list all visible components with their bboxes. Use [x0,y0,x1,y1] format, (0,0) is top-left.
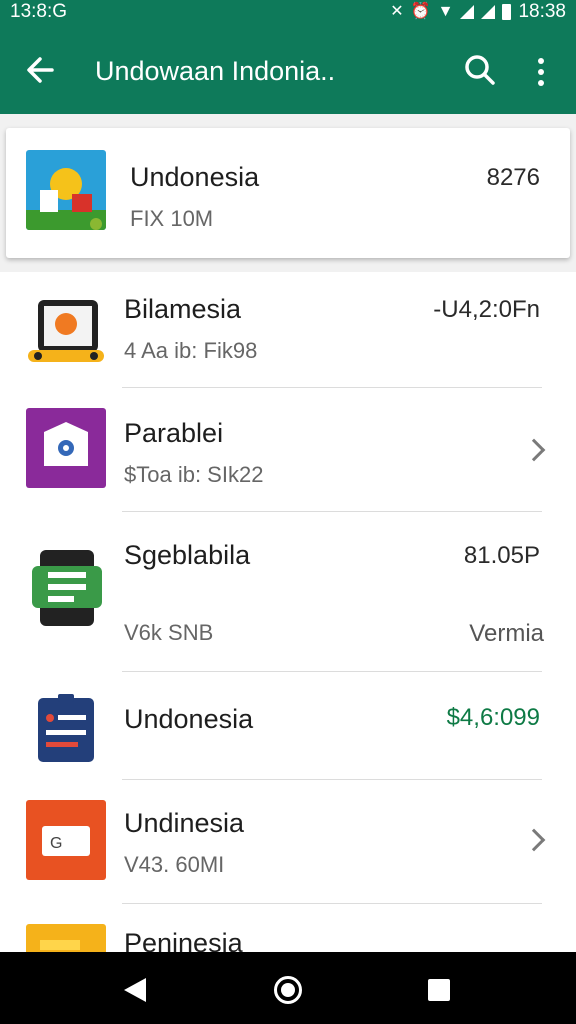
signal-icon [460,5,475,19]
item-title: Parablei [124,418,224,448]
app-bar: Undowaan Indonia.. [0,26,576,114]
item-subtitle: V43. 60MI [124,852,225,877]
list-item[interactable]: Undonesia $4,6:099 [0,672,576,780]
list-item[interactable]: Peninesia [0,904,576,952]
app-title: Undowaan Indonia.. [95,56,336,86]
featured-card[interactable]: Undonesia FIX 10M 8276 [6,128,570,258]
item-title: Peninesia [124,928,243,952]
item-thumbnail: G [26,800,106,880]
item-subtitle: 4 Aa ib: Fik98 [124,338,258,363]
item-value: $4,6:099 [446,704,540,731]
status-icons: ✕ ⏰ ▼ 18:38 [390,1,566,23]
item-title: Bilamesia [124,294,242,324]
item-subtitle: $Toa ib: SIk22 [124,462,264,487]
featured-value: 8276 [486,164,540,191]
featured-thumbnail [26,150,106,230]
status-bar: 13:8:G ✕ ⏰ ▼ 18:38 [0,0,576,26]
nav-recent-icon[interactable] [428,979,450,1001]
wifi-icon: ▼ [437,3,454,20]
item-thumbnail [26,408,106,488]
nav-back-icon[interactable] [124,978,146,1002]
featured-title: Undonesia [130,162,260,192]
chevron-right-icon[interactable] [522,828,546,852]
system-nav-bar [0,952,576,1024]
list-item[interactable]: Bilamesia 4 Aa ib: Fik98 -U4,2:0Fn [0,272,576,388]
item-thumbnail [26,292,106,372]
signal-icon-2 [481,5,496,19]
item-value: -U4,2:0Fn [433,296,540,323]
app-list: Undonesia FIX 10M 8276 Bilamesia 4 Aa ib… [0,114,576,952]
item-thumbnail [26,924,106,952]
more-vert-icon[interactable] [528,54,554,90]
list-rows: Bilamesia 4 Aa ib: Fik98 -U4,2:0Fn Parab… [0,272,576,952]
status-time: 13:8:G [10,1,68,22]
list-item[interactable]: Parablei $Toa ib: SIk22 [0,388,576,512]
item-title: Undinesia [124,808,245,838]
item-thumbnail [26,548,106,628]
list-item[interactable]: G Undinesia V43. 60MI [0,780,576,904]
back-arrow-icon[interactable] [22,50,58,90]
nav-home-icon[interactable] [274,976,302,1004]
thumb-label: G [50,835,62,852]
chevron-right-icon[interactable] [522,438,546,462]
item-value: 81.05P [463,542,540,569]
search-icon[interactable] [462,52,498,88]
item-title: Undonesia [124,704,254,734]
alarm-icon: ⏰ [410,3,431,20]
item-thumbnail [26,690,106,770]
featured-subtitle: FIX 10M [130,206,214,231]
status-clock: 18:38 [518,1,566,22]
item-subtitle: V6k SNB [124,620,214,645]
nfc-icon: ✕ [390,3,404,20]
list-item[interactable]: Sgeblabila V6k SNB 81.05P Vermia [0,512,576,672]
item-title: Sgeblabila [124,540,251,570]
item-secondary-value: Vermia [469,620,544,647]
battery-icon [502,4,512,20]
